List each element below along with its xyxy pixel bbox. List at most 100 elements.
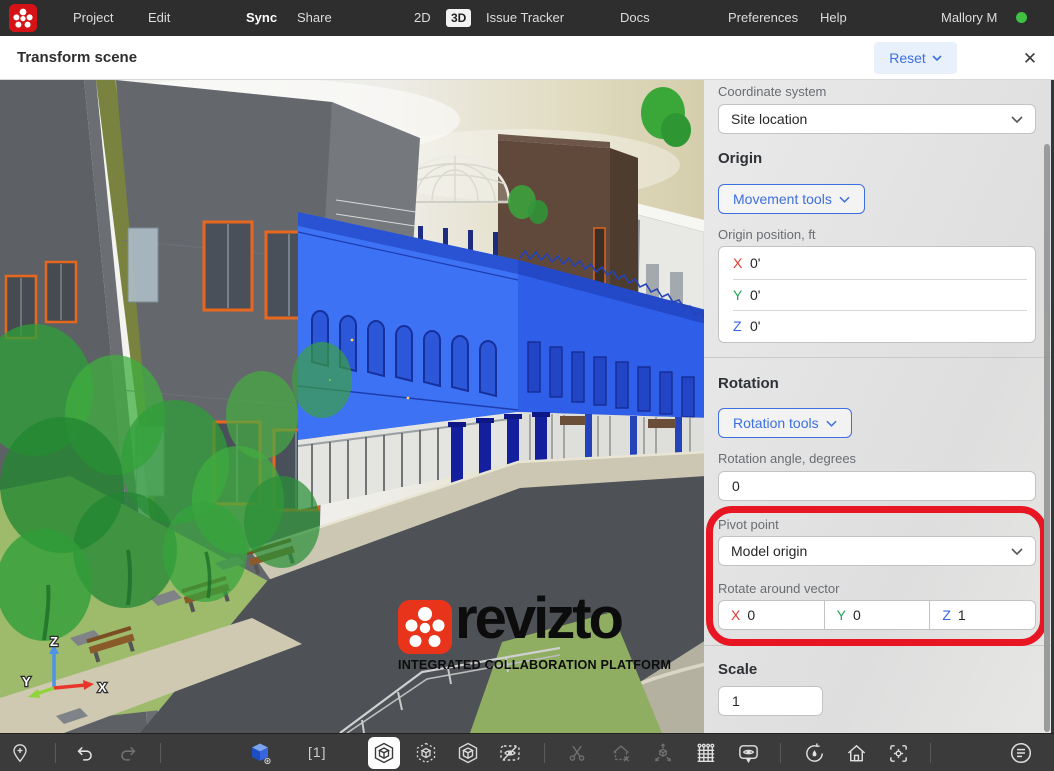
axis-x-letter: X: [733, 255, 750, 271]
home-view-icon[interactable]: [840, 737, 872, 769]
vector-z-value: 1: [958, 607, 966, 623]
origin-position-fields: X 0' Y 0' Z 0': [718, 246, 1036, 343]
ghost-hidden-icon[interactable]: [410, 737, 442, 769]
vector-z-field[interactable]: Z 1: [929, 601, 1035, 629]
axis-y-label: Y: [22, 674, 31, 689]
axis-x-letter: X: [731, 607, 740, 623]
origin-y-value: 0': [750, 287, 760, 303]
menu-edit[interactable]: Edit: [148, 0, 170, 36]
toolbar-divider: [160, 743, 161, 763]
menu-preferences[interactable]: Preferences: [728, 0, 798, 36]
undo-icon[interactable]: [69, 737, 101, 769]
origin-x-field[interactable]: X 0': [719, 247, 1035, 279]
reset-label: Reset: [889, 50, 926, 66]
rotation-heading: Rotation: [718, 375, 779, 392]
origin-z-value: 0': [750, 318, 760, 334]
viewport-3d[interactable]: Z Y X revizto INTEGRATED C: [0, 80, 704, 733]
revizto-watermark-icon: [398, 600, 452, 654]
coordinate-system-label: Coordinate system: [718, 84, 826, 99]
reset-button[interactable]: Reset: [874, 42, 957, 74]
origin-heading: Origin: [718, 150, 762, 167]
rotate-around-vector-label: Rotate around vector: [718, 581, 839, 596]
menu-3d-active[interactable]: 3D: [446, 9, 471, 27]
toolbar-divider: [930, 743, 931, 763]
selection-count-label: [1]: [308, 744, 327, 760]
chevron-down-icon: [839, 196, 850, 203]
movement-tools-label: Movement tools: [733, 191, 832, 207]
section-divider: [704, 645, 1054, 646]
reset-appearance-icon[interactable]: [798, 737, 830, 769]
redo-icon[interactable]: [112, 737, 144, 769]
origin-position-label: Origin position, ft: [718, 227, 816, 242]
axis-x-label: X: [98, 680, 107, 695]
section-divider: [704, 357, 1054, 358]
axis-y-letter: Y: [837, 607, 846, 623]
location-pin-add-icon[interactable]: [4, 737, 36, 769]
transform-panel: Coordinate system Site location Origin M…: [704, 80, 1054, 733]
transform-scene-header: Transform scene Reset ✕: [0, 36, 1054, 80]
watermark-tagline: INTEGRATED COLLABORATION PLATFORM: [398, 658, 660, 672]
section-house-icon[interactable]: [605, 737, 637, 769]
axis-z-letter: Z: [733, 318, 750, 334]
rotation-tools-button[interactable]: Rotation tools: [718, 408, 852, 438]
toolbar-divider: [55, 743, 56, 763]
axis-y-letter: Y: [733, 287, 750, 303]
toolbar-divider: [544, 743, 545, 763]
menu-2d[interactable]: 2D: [414, 0, 431, 36]
menu-docs[interactable]: Docs: [620, 0, 650, 36]
toolbar-divider: [780, 743, 781, 763]
revizto-logo-icon[interactable]: [9, 4, 37, 32]
sheet-list-icon[interactable]: [1005, 737, 1037, 769]
rotation-angle-input[interactable]: 0: [718, 471, 1036, 501]
close-button[interactable]: ✕: [1015, 44, 1045, 74]
chevron-down-icon: [932, 55, 942, 61]
menu-user[interactable]: Mallory M: [941, 0, 997, 36]
chevron-down-icon: [1011, 116, 1023, 123]
axis-z-letter: Z: [942, 607, 951, 623]
watermark-brand: revizto: [455, 585, 621, 652]
origin-x-value: 0': [750, 255, 760, 271]
hide-object-eye-icon[interactable]: [494, 737, 526, 769]
rotation-tools-label: Rotation tools: [733, 415, 819, 431]
isolate-object-icon[interactable]: [368, 737, 400, 769]
dialog-title: Transform scene: [17, 49, 137, 66]
selected-cube-icon[interactable]: [244, 737, 276, 769]
menu-project[interactable]: Project: [73, 0, 113, 36]
vector-y-field[interactable]: Y 0: [824, 601, 930, 629]
rotation-angle-value: 0: [732, 478, 740, 494]
vector-x-value: 0: [747, 607, 755, 623]
pivot-point-select[interactable]: Model origin: [718, 536, 1036, 566]
revizto-window: Project Edit Sync Share 2D 3D Issue Trac…: [0, 0, 1054, 771]
focus-selection-icon[interactable]: [882, 737, 914, 769]
menu-share[interactable]: Share: [297, 0, 332, 36]
coordinate-system-select[interactable]: Site location: [718, 104, 1036, 134]
menu-help[interactable]: Help: [820, 0, 847, 36]
pivot-point-value: Model origin: [731, 543, 807, 559]
online-status-dot: [1016, 12, 1027, 23]
rotate-vector-fields: X 0 Y 0 Z 1: [718, 600, 1036, 630]
chevron-down-icon: [826, 420, 837, 427]
cut-scissors-icon[interactable]: [561, 737, 593, 769]
movement-tools-button[interactable]: Movement tools: [718, 184, 865, 214]
menubar: Project Edit Sync Share 2D 3D Issue Trac…: [0, 0, 1054, 36]
origin-z-field[interactable]: Z 0': [719, 310, 1035, 342]
scale-value: 1: [732, 693, 740, 709]
move-object-icon[interactable]: [647, 737, 679, 769]
vector-y-value: 0: [853, 607, 861, 623]
scale-heading: Scale: [718, 661, 757, 678]
grid-icon[interactable]: [689, 737, 721, 769]
show-object-icon[interactable]: [452, 737, 484, 769]
rotation-angle-label: Rotation angle, degrees: [718, 451, 856, 466]
viewpoint-eye-bubble-icon[interactable]: [732, 737, 764, 769]
revizto-watermark: revizto INTEGRATED COLLABORATION PLATFOR…: [398, 598, 660, 676]
vector-x-field[interactable]: X 0: [719, 601, 824, 629]
origin-y-field[interactable]: Y 0': [719, 279, 1035, 311]
pivot-point-label: Pivot point: [718, 517, 779, 532]
menu-sync[interactable]: Sync: [246, 0, 277, 36]
viewer-toolbar: [1]: [0, 733, 1054, 771]
scale-input[interactable]: 1: [718, 686, 823, 716]
panel-scrollbar[interactable]: [1044, 144, 1050, 732]
coordinate-system-value: Site location: [731, 111, 807, 127]
menu-issue-tracker[interactable]: Issue Tracker: [486, 0, 564, 36]
axis-z-label: Z: [50, 634, 58, 649]
